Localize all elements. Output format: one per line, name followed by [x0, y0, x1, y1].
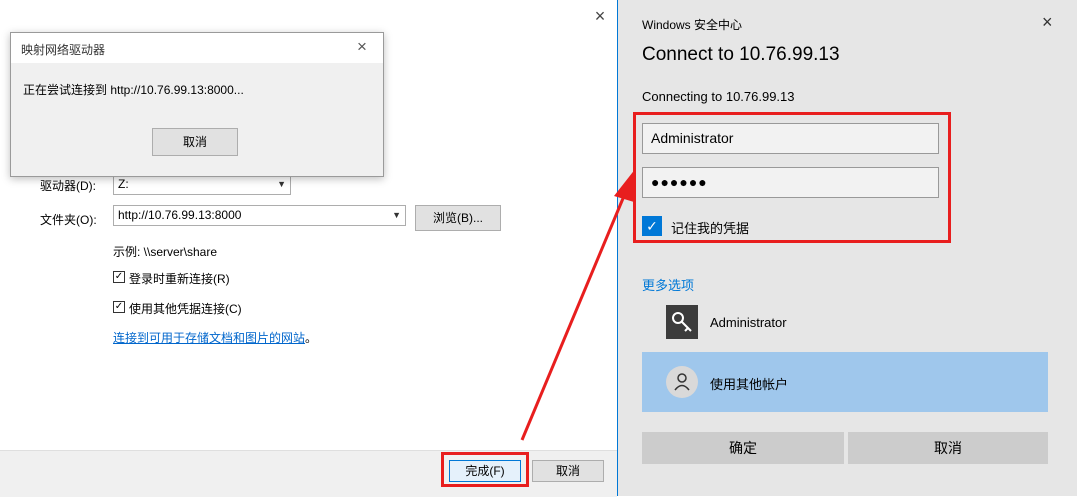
annotation-arrow-icon — [520, 168, 636, 441]
